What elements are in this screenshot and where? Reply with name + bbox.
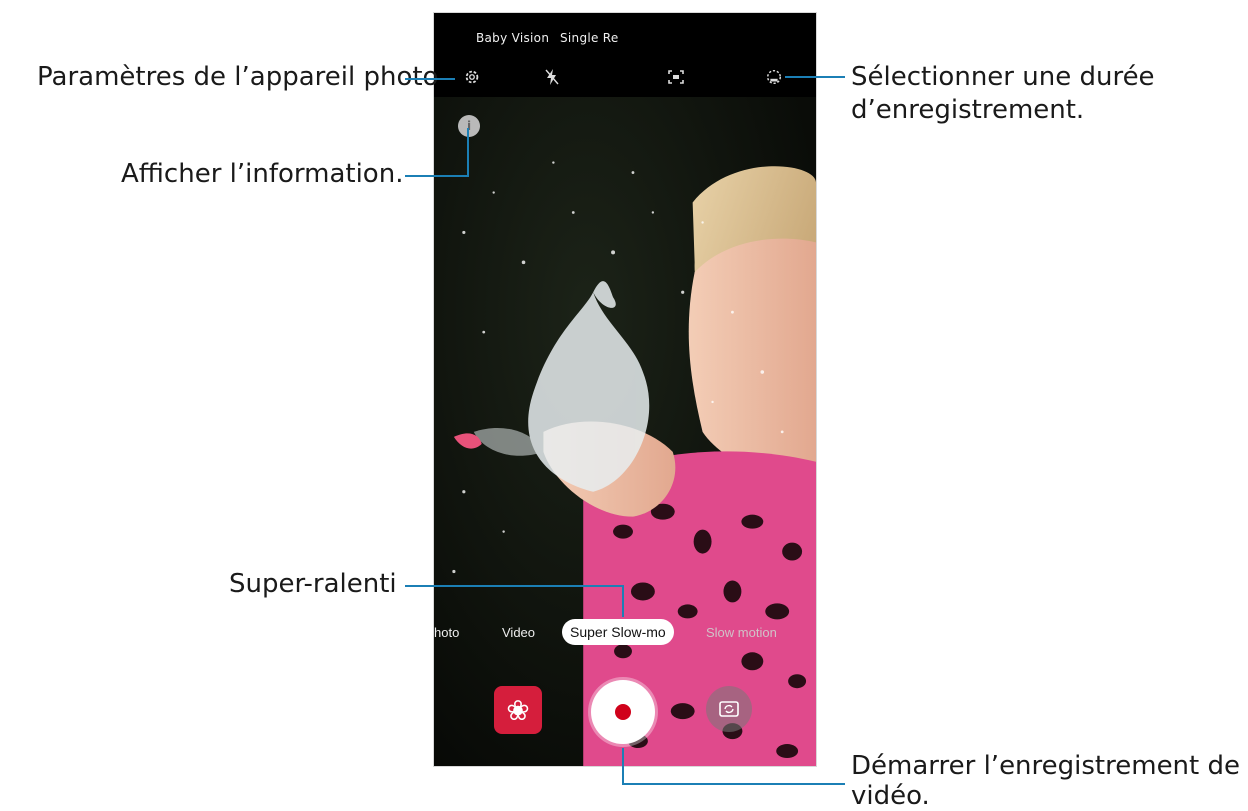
leader-line	[405, 175, 469, 177]
leader-line	[622, 585, 624, 617]
auto-detection-icon[interactable]	[666, 67, 686, 87]
leader-line	[622, 748, 624, 785]
switch-camera-button[interactable]	[706, 686, 752, 732]
record-dot-icon	[615, 704, 631, 720]
mode-super-slow-mo[interactable]: Super Slow-mo	[562, 619, 674, 645]
settings-gear-icon[interactable]	[462, 67, 482, 87]
callout-settings: Paramètres de l’appareil photo	[37, 62, 439, 92]
callout-info: Afficher l’information.	[121, 159, 404, 189]
callout-duration: d’enregistrement.	[851, 95, 1085, 125]
recording-duration-icon[interactable]	[764, 67, 784, 87]
leader-line	[785, 76, 845, 78]
camera-top-bar: Baby Vision Single Re	[434, 13, 816, 97]
flash-off-icon[interactable]	[542, 67, 562, 87]
leader-line	[405, 78, 455, 80]
record-button[interactable]	[591, 680, 655, 744]
callout-duration: Sélectionner une durée	[851, 62, 1155, 92]
phone-screen: Baby Vision Single Re i hoto Video Super…	[433, 12, 817, 767]
callout-record: vidéo.	[851, 781, 930, 811]
switch-camera-icon	[719, 701, 739, 717]
leader-line	[467, 128, 469, 177]
info-button[interactable]: i	[458, 115, 480, 137]
mode-selector: hoto Video Super Slow-mo Slow motion	[434, 617, 816, 647]
callout-super-slow: Super-ralenti	[229, 569, 397, 599]
top-mode-label[interactable]: Baby Vision	[476, 31, 549, 45]
mode-video[interactable]: Video	[502, 625, 535, 640]
callout-record: Démarrer l’enregistrement de la	[851, 751, 1248, 781]
mode-photo[interactable]: hoto	[434, 625, 459, 640]
flower-icon: ❀	[506, 693, 530, 727]
top-mode-label[interactable]: Single Re	[560, 31, 619, 45]
mode-slow-motion[interactable]: Slow motion	[706, 625, 777, 640]
gallery-button[interactable]: ❀	[494, 686, 542, 734]
leader-line	[405, 585, 624, 587]
leader-line	[622, 783, 845, 785]
camera-preview-image	[434, 13, 816, 766]
